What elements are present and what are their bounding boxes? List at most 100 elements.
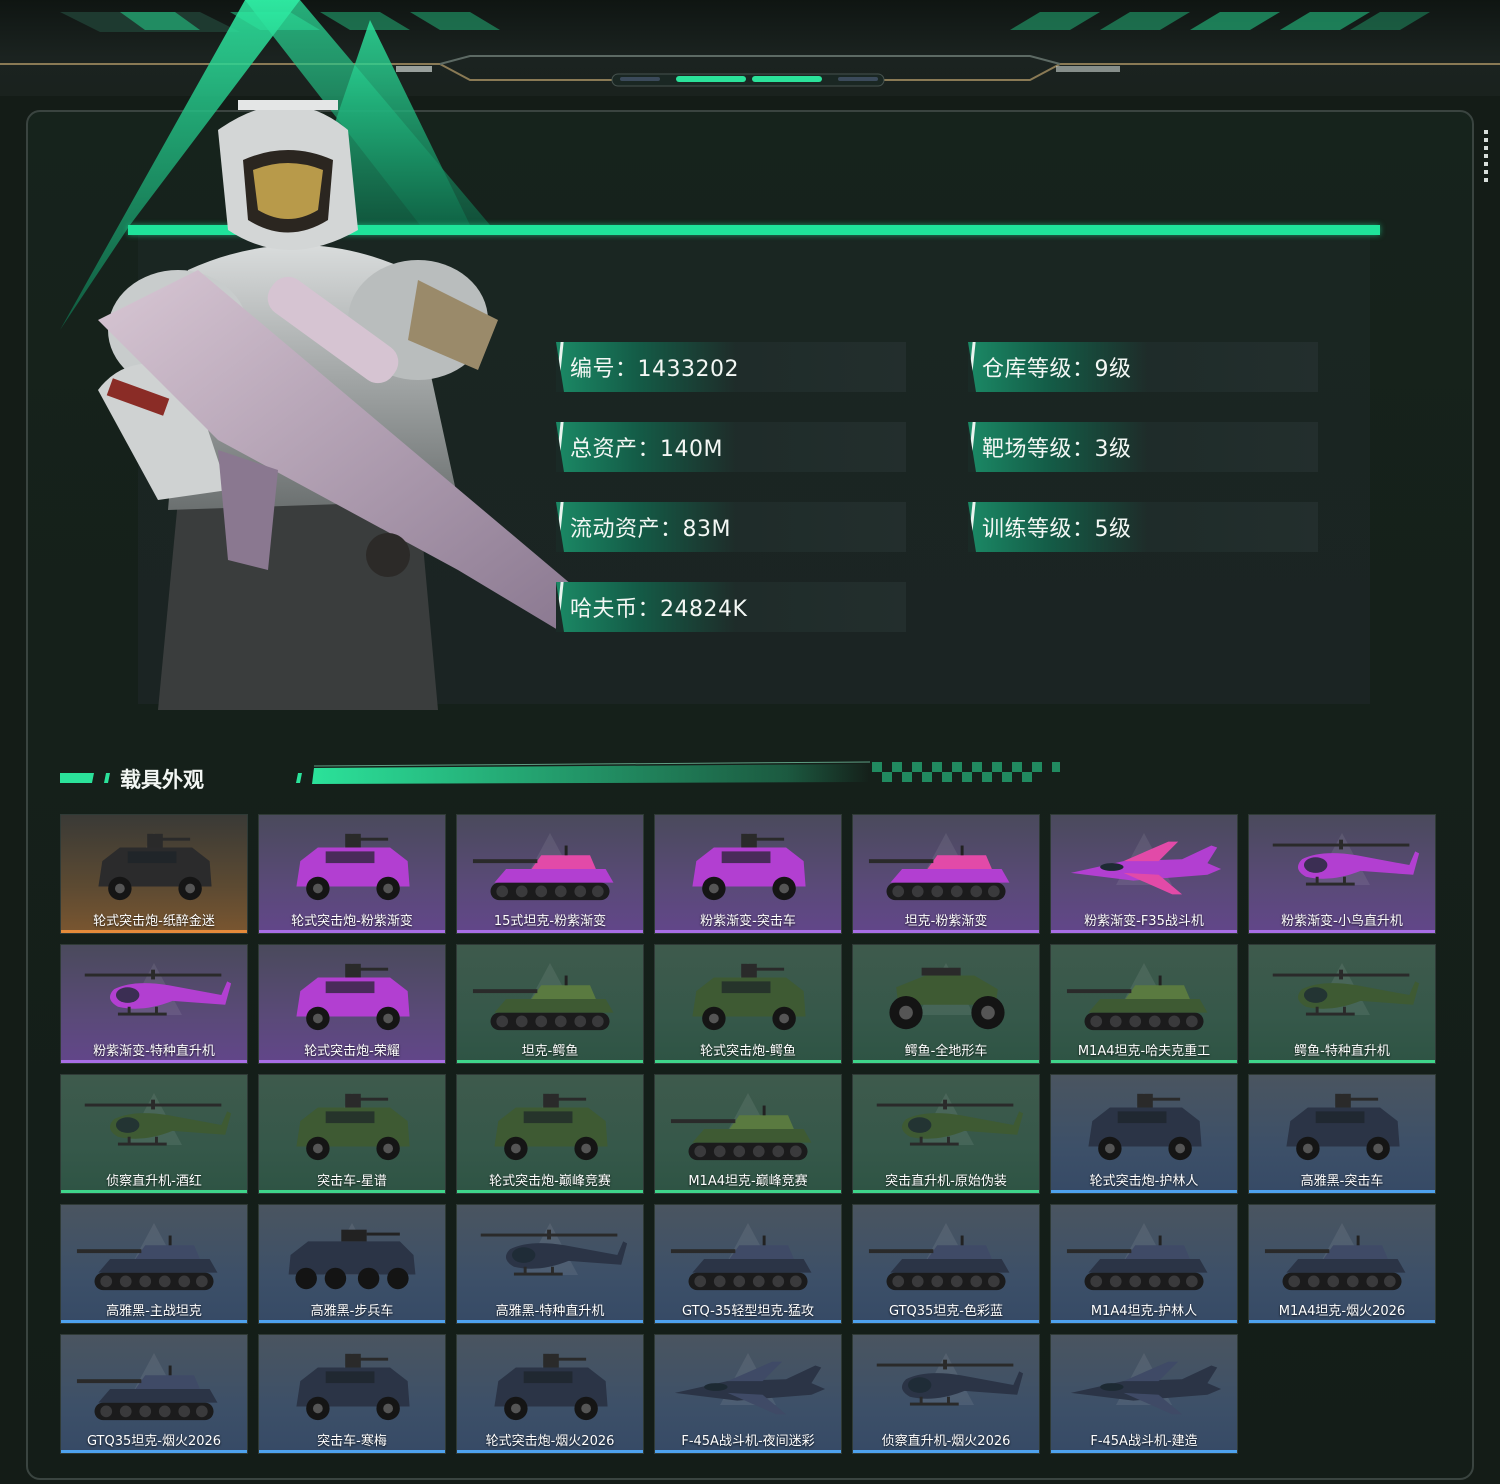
jet-icon bbox=[1070, 841, 1222, 895]
heli-icon bbox=[84, 1099, 232, 1146]
rarity-bar bbox=[1249, 1190, 1435, 1193]
rarity-bar bbox=[655, 1190, 841, 1193]
stat-range-level-text: 靶场等级：3级 bbox=[982, 437, 1132, 462]
vehicle-card[interactable]: 轮式突击炮-烟火2026 bbox=[456, 1334, 644, 1454]
heli-icon bbox=[1272, 839, 1420, 886]
vehicle-card[interactable]: 轮式突击炮-荣耀 bbox=[258, 944, 446, 1064]
stat-havoc-coins-text: 哈夫币：24824K bbox=[570, 597, 748, 622]
side-handle[interactable] bbox=[1484, 130, 1488, 182]
rarity-bar bbox=[457, 1320, 643, 1323]
vehicle-card[interactable]: 突击直升机-原始伪装 bbox=[852, 1074, 1040, 1194]
vehicle-card-label: M1A4坦克-巅峰竞赛 bbox=[688, 1174, 808, 1189]
rarity-bar bbox=[1051, 1450, 1237, 1453]
stat-total-assets-text: 总资产：140M bbox=[570, 437, 723, 462]
vehicle-card[interactable]: 轮式突击炮-护林人 bbox=[1050, 1074, 1238, 1194]
stat-liquid-assets: 流动资产：83M bbox=[556, 502, 906, 552]
rarity-bar bbox=[853, 1060, 1039, 1063]
tank-icon bbox=[868, 1235, 1010, 1291]
truck-icon bbox=[296, 833, 410, 901]
rarity-bar bbox=[853, 1190, 1039, 1193]
vehicle-card[interactable]: 坦克-鳄鱼 bbox=[456, 944, 644, 1064]
vehicle-card[interactable]: 高雅黑-特种直升机 bbox=[456, 1204, 644, 1324]
truck-icon bbox=[692, 833, 806, 901]
vehicle-card-label: 坦克-鳄鱼 bbox=[521, 1044, 579, 1059]
truck-icon bbox=[296, 963, 410, 1031]
vehicle-card[interactable]: 轮式突击炮-巅峰竞赛 bbox=[456, 1074, 644, 1194]
vehicle-card-label: 高雅黑-步兵车 bbox=[310, 1304, 394, 1319]
stat-havoc-coins: 哈夫币：24824K bbox=[556, 582, 906, 632]
vehicle-card[interactable]: 高雅黑-步兵车 bbox=[258, 1204, 446, 1324]
vehicle-card-label: F-45A战斗机-夜间迷彩 bbox=[681, 1434, 815, 1449]
vehicle-card-label: 粉紫渐变-F35战斗机 bbox=[1084, 914, 1204, 929]
vehicle-card-label: 轮式突击炮-荣耀 bbox=[304, 1044, 400, 1059]
rarity-bar bbox=[655, 1320, 841, 1323]
vehicle-card-label: 坦克-粉紫渐变 bbox=[904, 914, 988, 929]
vehicle-card[interactable]: M1A4坦克-烟火2026 bbox=[1248, 1204, 1436, 1324]
vehicle-card-label: 轮式突击炮-粉紫渐变 bbox=[291, 914, 413, 929]
rarity-bar bbox=[655, 1450, 841, 1453]
vehicle-card-label: 高雅黑-特种直升机 bbox=[495, 1304, 605, 1319]
vehicle-card[interactable]: 轮式突击炮-纸醉金迷 bbox=[60, 814, 248, 934]
vehicle-card[interactable]: 突击车-星谱 bbox=[258, 1074, 446, 1194]
vehicle-card[interactable]: 侦察直升机-酒红 bbox=[60, 1074, 248, 1194]
tank-icon bbox=[1066, 1235, 1208, 1291]
vehicle-card[interactable]: F-45A战斗机-建造 bbox=[1050, 1334, 1238, 1454]
vehicle-card[interactable]: 突击车-寒梅 bbox=[258, 1334, 446, 1454]
rarity-bar bbox=[457, 930, 643, 933]
rarity-bar bbox=[1051, 1320, 1237, 1323]
vehicle-card[interactable]: 侦察直升机-烟火2026 bbox=[852, 1334, 1040, 1454]
heli-icon bbox=[480, 1229, 628, 1276]
vehicle-card[interactable]: F-45A战斗机-夜间迷彩 bbox=[654, 1334, 842, 1454]
heli-icon bbox=[876, 1099, 1024, 1146]
rarity-bar bbox=[259, 1060, 445, 1063]
vehicle-card-label: 突击直升机-原始伪装 bbox=[885, 1174, 1007, 1189]
vehicle-card[interactable]: 鳄鱼-特种直升机 bbox=[1248, 944, 1436, 1064]
vehicle-card[interactable]: 粉紫渐变-突击车 bbox=[654, 814, 842, 934]
vehicle-card[interactable]: 粉紫渐变-F35战斗机 bbox=[1050, 814, 1238, 934]
rarity-bar bbox=[457, 1450, 643, 1453]
rarity-bar bbox=[853, 1320, 1039, 1323]
vehicle-card[interactable]: M1A4坦克-巅峰竞赛 bbox=[654, 1074, 842, 1194]
truck-icon bbox=[296, 1353, 410, 1421]
stat-total-assets: 总资产：140M bbox=[556, 422, 906, 472]
vehicle-card[interactable]: M1A4坦克-哈夫克重工 bbox=[1050, 944, 1238, 1064]
vehicle-card-label: M1A4坦克-烟火2026 bbox=[1278, 1304, 1406, 1319]
vehicle-card-label: 突击车-寒梅 bbox=[317, 1434, 387, 1449]
vehicle-card-label: 鳄鱼-全地形车 bbox=[904, 1044, 988, 1059]
tank-icon bbox=[472, 845, 614, 901]
tank-icon bbox=[472, 975, 614, 1031]
stat-range-level: 靶场等级：3级 bbox=[968, 422, 1318, 472]
stat-training-level-text: 训练等级：5级 bbox=[982, 517, 1132, 542]
vehicle-card-label: 轮式突击炮-烟火2026 bbox=[485, 1434, 615, 1449]
vehicle-card[interactable]: 15式坦克-粉紫渐变 bbox=[456, 814, 644, 934]
rarity-bar bbox=[655, 1060, 841, 1063]
vehicle-card[interactable]: 轮式突击炮-鳄鱼 bbox=[654, 944, 842, 1064]
vehicle-card[interactable]: 粉紫渐变-小鸟直升机 bbox=[1248, 814, 1436, 934]
rarity-bar bbox=[853, 1450, 1039, 1453]
vehicle-card[interactable]: 鳄鱼-全地形车 bbox=[852, 944, 1040, 1064]
truck-icon bbox=[494, 1353, 608, 1421]
rarity-bar bbox=[1051, 1190, 1237, 1193]
vehicle-card[interactable]: GTQ35坦克-色彩蓝 bbox=[852, 1204, 1040, 1324]
vehicle-card[interactable]: GTQ35坦克-烟火2026 bbox=[60, 1334, 248, 1454]
vehicle-card[interactable]: M1A4坦克-护林人 bbox=[1050, 1204, 1238, 1324]
vehicle-card[interactable]: 粉紫渐变-特种直升机 bbox=[60, 944, 248, 1064]
vehicle-card[interactable]: 轮式突击炮-粉紫渐变 bbox=[258, 814, 446, 934]
vehicle-card[interactable]: 高雅黑-主战坦克 bbox=[60, 1204, 248, 1324]
heli-icon bbox=[1272, 969, 1420, 1016]
vehicle-card-label: M1A4坦克-护林人 bbox=[1090, 1304, 1198, 1319]
rarity-bar bbox=[259, 1450, 445, 1453]
tank-icon bbox=[868, 845, 1010, 901]
tank-icon bbox=[670, 1235, 812, 1291]
vehicle-card[interactable]: GTQ-35轻型坦克-猛攻 bbox=[654, 1204, 842, 1324]
rarity-bar bbox=[457, 1060, 643, 1063]
tank-icon bbox=[76, 1235, 218, 1291]
vehicle-card[interactable]: 高雅黑-突击车 bbox=[1248, 1074, 1436, 1194]
vehicle-card[interactable]: 坦克-粉紫渐变 bbox=[852, 814, 1040, 934]
rarity-bar bbox=[1051, 1060, 1237, 1063]
rarity-bar bbox=[1051, 930, 1237, 933]
stat-training-level: 训练等级：5级 bbox=[968, 502, 1318, 552]
vehicle-card-label: 高雅黑-突击车 bbox=[1300, 1174, 1384, 1189]
rarity-bar bbox=[259, 930, 445, 933]
vehicle-card-label: 轮式突击炮-巅峰竞赛 bbox=[489, 1174, 611, 1189]
